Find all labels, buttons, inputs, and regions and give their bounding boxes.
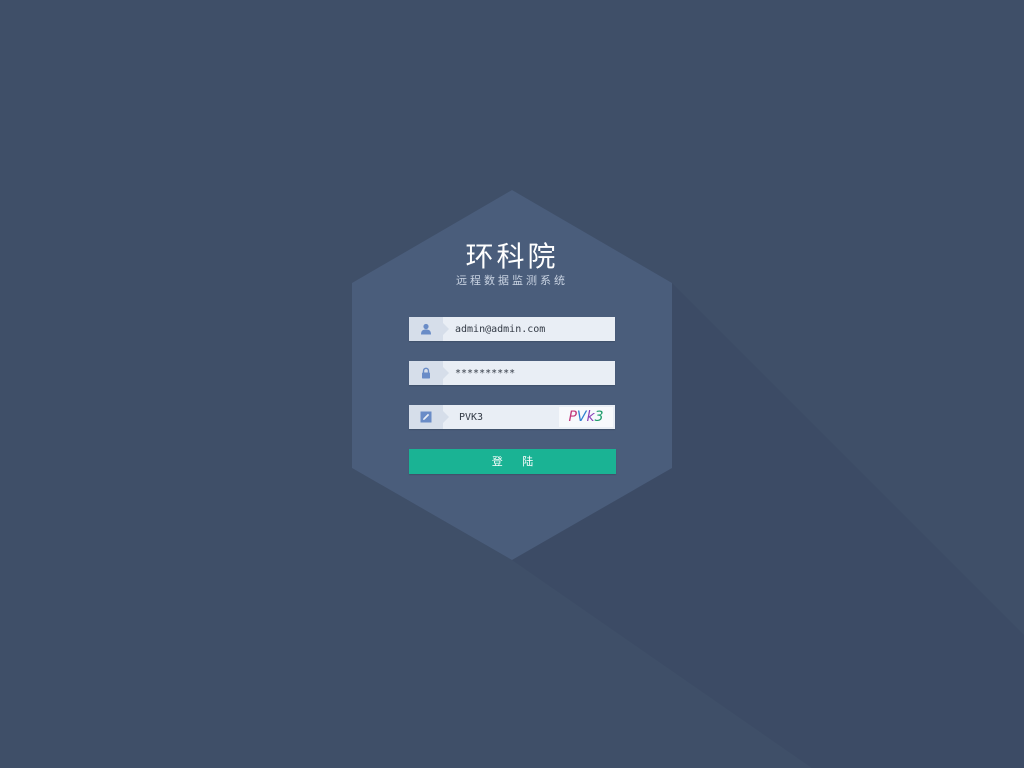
login-button[interactable]: 登 陆 <box>409 449 616 474</box>
password-field[interactable] <box>409 361 615 385</box>
edit-icon <box>420 411 432 423</box>
brand-block: 环科院 远程数据监测系统 <box>412 238 612 288</box>
captcha-char: k <box>586 409 595 425</box>
captcha-char: P <box>568 409 577 425</box>
user-icon <box>421 323 431 335</box>
captcha-icon-cell <box>409 405 449 429</box>
app-subtitle: 远程数据监测系统 <box>456 274 568 287</box>
captcha-char: V <box>576 409 587 425</box>
captcha-image[interactable]: PVk3 <box>559 407 613 427</box>
app-title: 环科院 <box>465 240 559 273</box>
password-input[interactable] <box>455 361 605 385</box>
captcha-char: 3 <box>594 409 604 425</box>
username-icon-cell <box>409 317 449 341</box>
username-input[interactable] <box>455 317 605 341</box>
captcha-input[interactable] <box>459 405 549 429</box>
password-icon-cell <box>409 361 449 385</box>
username-field[interactable] <box>409 317 615 341</box>
lock-icon <box>422 367 430 379</box>
captcha-field[interactable]: PVk3 <box>409 405 615 429</box>
